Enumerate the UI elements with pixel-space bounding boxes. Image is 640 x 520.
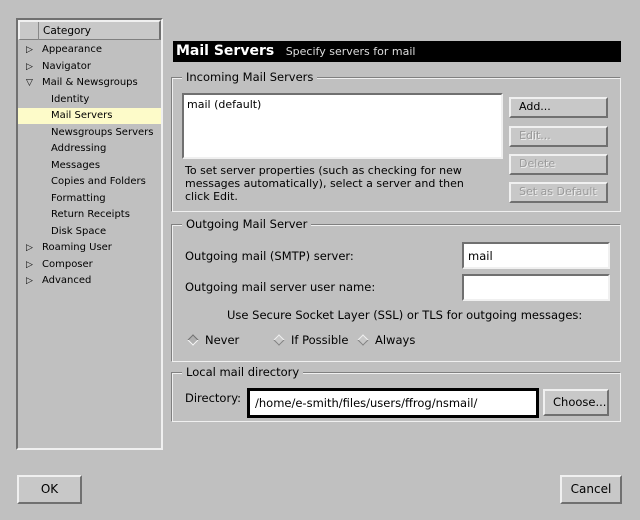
collapsed-triangle-icon[interactable]: ▷ (26, 273, 33, 289)
category-tree[interactable]: Category ▷ Appearance ▷ Navigator ▽ Mail & Ne… (16, 18, 163, 450)
tree-header[interactable]: Category (18, 20, 161, 40)
outgoing-group-label: Outgoing Mail Server (182, 217, 312, 231)
tree-item-label: Advanced (42, 275, 92, 286)
tree-item[interactable]: Identity (18, 92, 161, 108)
tree-item-label: Copies and Folders (51, 176, 146, 187)
ssl-if-possible-radio[interactable]: If Possible (273, 333, 349, 347)
delete-button[interactable]: Delete (509, 154, 608, 175)
tree-item[interactable]: ▷ Navigator (18, 59, 161, 75)
add-button[interactable]: Add... (509, 97, 608, 118)
ssl-never-radio[interactable]: Never (187, 333, 240, 347)
tree-item-label: Appearance (42, 44, 103, 55)
tree-item[interactable]: Formatting (18, 191, 161, 207)
collapsed-triangle-icon[interactable]: ▷ (26, 42, 33, 58)
user-name-label: Outgoing mail server user name: (185, 280, 376, 294)
tree-item-label: Composer (42, 258, 93, 270)
local-directory-group: Local mail directory Directory: /home/e-… (171, 365, 621, 422)
choose-button[interactable]: Choose... (543, 389, 609, 416)
set-default-button[interactable]: Set as Default (509, 182, 608, 203)
incoming-group-label: Incoming Mail Servers (182, 70, 318, 84)
radio-label: Always (375, 333, 416, 347)
tree-item-label: Roaming User (42, 242, 112, 253)
tree-item-label: Newsgroups Servers (51, 126, 154, 138)
server-list-item[interactable]: mail (default) (187, 98, 498, 111)
tree-item[interactable]: Addressing (18, 141, 161, 157)
tree-item[interactable]: ▷ Advanced (18, 273, 161, 289)
ssl-always-radio[interactable]: Always (357, 333, 416, 347)
tree-item-label: Identity (51, 93, 90, 105)
edit-button[interactable]: Edit... (509, 126, 608, 147)
tree-item-label: Mail Servers (51, 110, 113, 121)
page-subtitle: Specify servers for mail (285, 45, 416, 58)
radio-label: If Possible (291, 333, 349, 347)
radio-selected-icon (187, 334, 199, 346)
tree-item[interactable]: Newsgroups Servers (18, 125, 161, 141)
tree-item[interactable]: ▷ Roaming User (18, 240, 161, 256)
outgoing-group: Outgoing Mail Server Outgoing mail (SMTP… (171, 217, 621, 362)
collapsed-triangle-icon[interactable]: ▷ (26, 59, 33, 75)
directory-input[interactable]: /home/e-smith/files/users/ffrog/nsmail/ (247, 388, 539, 418)
tree-item[interactable]: Copies and Folders (18, 174, 161, 190)
user-name-input[interactable] (462, 274, 610, 301)
smtp-label: Outgoing mail (SMTP) server: (185, 249, 354, 263)
category-column-header: Category (38, 22, 95, 40)
tree-item[interactable]: Disk Space (18, 224, 161, 240)
incoming-group: Incoming Mail Servers mail (default) To … (171, 70, 621, 212)
tree-item[interactable]: ▷ Appearance (18, 42, 161, 58)
tree-item[interactable]: Return Receipts (18, 207, 161, 223)
smtp-server-input[interactable]: mail (462, 242, 610, 269)
tree-item[interactable]: Mail Servers (18, 108, 161, 124)
radio-icon (357, 334, 369, 346)
radio-icon (273, 334, 285, 346)
incoming-server-list[interactable]: mail (default) (182, 93, 503, 159)
page-title: Mail Servers (176, 43, 275, 59)
tree-item-label: Addressing (51, 143, 107, 154)
page-header: Mail Servers Specify servers for mail (173, 41, 621, 62)
tree-item[interactable]: ▷ Composer (18, 257, 161, 273)
radio-label: Never (205, 333, 240, 347)
tree-item[interactable]: Messages (18, 158, 161, 174)
tree-item-label: Navigator (42, 60, 91, 72)
tree-item-label: Disk Space (51, 225, 107, 237)
tree-item-label: Return Receipts (51, 209, 130, 220)
tree-item-label: Messages (51, 159, 101, 171)
cancel-button[interactable]: Cancel (560, 475, 622, 504)
local-group-label: Local mail directory (182, 365, 304, 379)
tree-item[interactable]: ▽ Mail & Newsgroups (18, 75, 161, 91)
directory-label: Directory: (185, 391, 242, 405)
expanded-triangle-icon[interactable]: ▽ (26, 75, 33, 91)
collapsed-triangle-icon[interactable]: ▷ (26, 240, 33, 256)
tree-item-label: Mail & Newsgroups (42, 77, 138, 88)
tree-item-label: Formatting (51, 192, 106, 204)
ssl-label: Use Secure Socket Layer (SSL) or TLS for… (227, 308, 583, 322)
ok-button[interactable]: OK (17, 475, 82, 504)
collapsed-triangle-icon[interactable]: ▷ (26, 257, 33, 273)
incoming-help-text: To set server properties (such as checki… (185, 164, 464, 203)
